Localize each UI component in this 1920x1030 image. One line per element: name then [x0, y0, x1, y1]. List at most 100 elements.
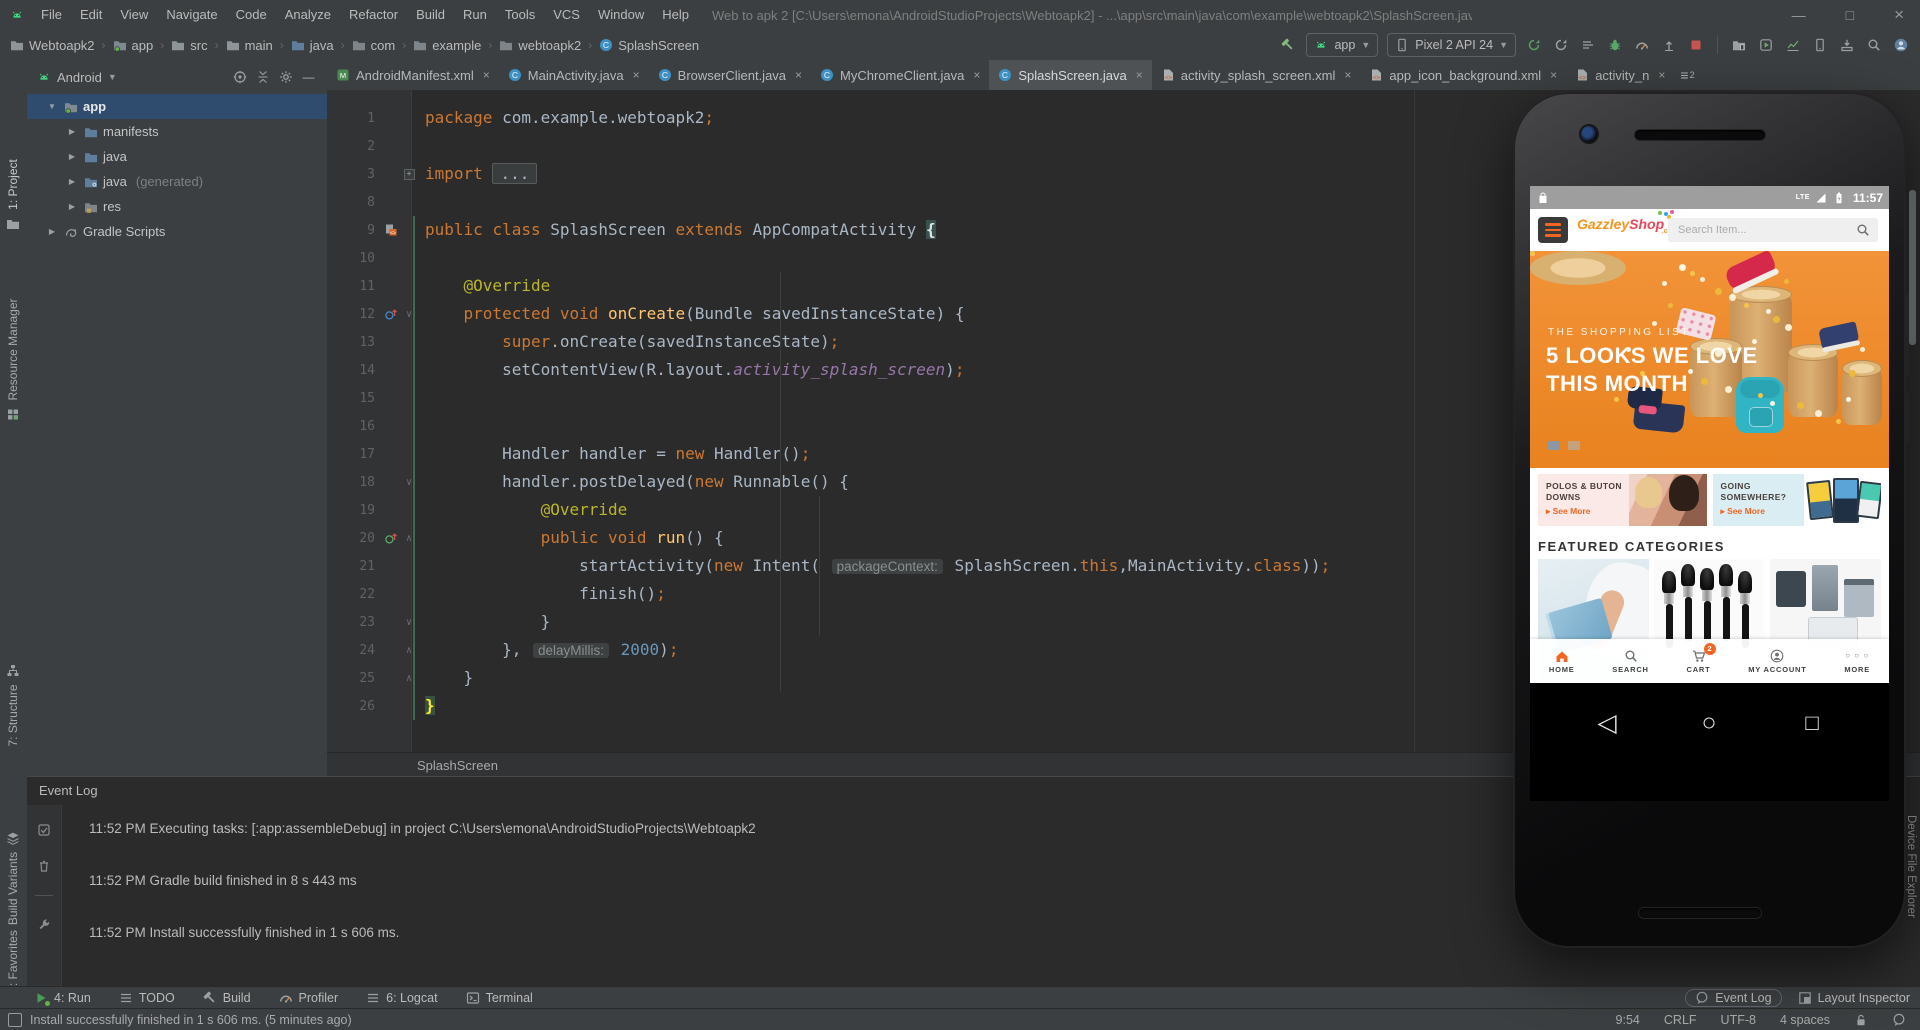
tool-tab-build-variants[interactable]: Build Variants — [6, 831, 20, 925]
fold-marker[interactable]: ∧ — [401, 533, 417, 544]
tab-close-icon[interactable]: × — [1658, 68, 1665, 82]
search-input[interactable]: Search Item... — [1668, 218, 1878, 242]
toolwindow-button-terminal[interactable]: Terminal — [466, 991, 533, 1005]
tree-arrow-icon[interactable]: ▶ — [65, 152, 79, 161]
tab-close-icon[interactable]: × — [633, 68, 640, 82]
device-dropdown[interactable]: Pixel 2 API 24▼ — [1387, 33, 1516, 57]
debug-icon[interactable] — [1606, 36, 1624, 54]
tab-close-icon[interactable]: × — [1344, 68, 1351, 82]
tree-item-manifests[interactable]: ▶manifests — [27, 119, 327, 144]
sdk-manager-icon[interactable] — [1838, 36, 1856, 54]
tree-item-gradle-scripts[interactable]: ▶Gradle Scripts — [27, 219, 327, 244]
locate-file-icon[interactable] — [231, 69, 248, 86]
tree-item-java[interactable]: ▶java(generated) — [27, 169, 327, 194]
tab-activity-splash-screen-xml[interactable]: <>activity_splash_screen.xml× — [1152, 60, 1361, 90]
clear-log-icon[interactable] — [37, 859, 51, 873]
ovr-g-gutter-icon[interactable] — [381, 531, 401, 545]
menu-code[interactable]: Code — [227, 0, 276, 30]
breadcrumb-app[interactable]: app — [111, 38, 156, 53]
breadcrumb-webtoapk2[interactable]: webtoapk2 — [497, 38, 583, 53]
device-file-explorer-tab[interactable]: Device File Explorer — [1905, 815, 1917, 918]
ovr-b-gutter-icon[interactable] — [381, 307, 401, 321]
recents-button[interactable]: □ — [1805, 710, 1818, 736]
stop-icon[interactable] — [1687, 36, 1705, 54]
fold-marker[interactable]: + — [401, 168, 417, 180]
menu-file[interactable]: File — [32, 0, 71, 30]
tab-close-icon[interactable]: × — [795, 68, 802, 82]
breadcrumb-java[interactable]: java — [289, 38, 336, 53]
menu-window[interactable]: Window — [589, 0, 653, 30]
apply-changes-icon[interactable] — [1552, 36, 1570, 54]
menu-help[interactable]: Help — [653, 0, 698, 30]
fold-marker[interactable]: ∧ — [401, 645, 417, 656]
tree-item-res[interactable]: ▶res — [27, 194, 327, 219]
attach-debugger-icon[interactable] — [1660, 36, 1678, 54]
search-icon[interactable] — [1856, 223, 1870, 237]
toolwindow-button-layout-inspector[interactable]: Layout Inspector — [1798, 991, 1910, 1005]
readonly-lock-icon[interactable] — [1854, 1013, 1868, 1027]
build-hammer-icon[interactable] — [1279, 36, 1297, 54]
minimize-button[interactable]: — — [1792, 7, 1806, 23]
tab-browserclient-java[interactable]: CBrowserClient.java× — [649, 60, 811, 90]
profile-avatar-icon[interactable] — [1892, 36, 1910, 54]
tree-item-java[interactable]: ▶java — [27, 144, 327, 169]
toolwindow-button-build[interactable]: Build — [203, 991, 251, 1005]
breadcrumb-example[interactable]: example — [411, 38, 483, 53]
tab-androidmanifest-xml[interactable]: MAndroidManifest.xml× — [327, 60, 499, 90]
fold-marker[interactable]: ∨ — [401, 477, 417, 488]
status-message[interactable]: Install successfully finished in 1 s 606… — [30, 1013, 352, 1027]
panel-settings-gear-icon[interactable] — [277, 69, 294, 86]
back-button[interactable]: ◁ — [1597, 708, 1616, 738]
tree-arrow-icon[interactable]: ▶ — [65, 127, 79, 136]
tab-mychromeclient-java[interactable]: CMyChromeClient.java× — [811, 60, 989, 90]
home-button[interactable]: ○ — [1701, 709, 1716, 738]
hero-banner-carousel[interactable]: THE SHOPPING LIST 5 LOOKS WE LOVE THIS M… — [1530, 251, 1889, 468]
breadcrumb-main[interactable]: main — [224, 38, 275, 53]
menu-view[interactable]: View — [111, 0, 157, 30]
toolwindow-button-todo[interactable]: TODO — [119, 991, 175, 1005]
mark-all-read-icon[interactable] — [37, 823, 51, 837]
tab-close-icon[interactable]: × — [973, 68, 980, 82]
carousel-indicators[interactable] — [1548, 441, 1580, 450]
tab-activity-n[interactable]: <>activity_n× — [1566, 60, 1674, 90]
tool-tab-1-project[interactable]: 1: Project — [6, 159, 20, 231]
maximize-button[interactable]: □ — [1846, 7, 1854, 23]
tab-close-icon[interactable]: × — [483, 68, 490, 82]
fold-marker[interactable]: ∨ — [401, 309, 417, 320]
menu-run[interactable]: Run — [454, 0, 496, 30]
tree-item-app[interactable]: ▼app — [27, 94, 327, 119]
promo-see-more-link[interactable]: See More — [1546, 506, 1590, 517]
search-everywhere-icon[interactable] — [1865, 36, 1883, 54]
device-manager-icon[interactable] — [1811, 36, 1829, 54]
menu-build[interactable]: Build — [407, 0, 454, 30]
project-view-dropdown[interactable]: Android — [57, 70, 102, 85]
tab-close-icon[interactable]: × — [1136, 68, 1143, 82]
breadcrumb-com[interactable]: com — [350, 38, 398, 53]
nav-item-more[interactable]: ○ ○ ○MORE — [1844, 649, 1870, 674]
promo-card-1[interactable]: POLOS & BUTONDOWNSSee More — [1538, 474, 1707, 526]
app-logo[interactable]: GazzleyShop .com — [1577, 216, 1664, 232]
hide-panel-icon[interactable]: — — [300, 69, 317, 86]
event-log-title[interactable]: Event Log — [39, 783, 98, 798]
tab-mainactivity-java[interactable]: CMainActivity.java× — [499, 60, 649, 90]
breadcrumb-webtoapk2[interactable]: Webtoapk2 — [8, 38, 97, 53]
breadcrumb-splashscreen[interactable]: CSplashScreen — [597, 38, 701, 53]
toolwindow-button-event-log[interactable]: Event Log — [1685, 989, 1781, 1007]
nav-item-cart[interactable]: 2CART — [1686, 649, 1710, 674]
tree-arrow-icon[interactable]: ▶ — [45, 227, 59, 236]
nav-item-my-account[interactable]: MY ACCOUNT — [1748, 649, 1806, 674]
hidden-tabs-button[interactable]: ≡2 — [1680, 60, 1694, 90]
layoutg-gutter-icon[interactable]: <> — [381, 223, 401, 237]
menu-vcs[interactable]: VCS — [544, 0, 589, 30]
menu-edit[interactable]: Edit — [71, 0, 111, 30]
collapse-all-icon[interactable] — [254, 69, 271, 86]
tree-arrow-icon[interactable]: ▶ — [65, 202, 79, 211]
menu-refactor[interactable]: Refactor — [340, 0, 407, 30]
line-separator[interactable]: CRLF — [1664, 1013, 1697, 1027]
menu-hamburger-button[interactable] — [1538, 217, 1568, 243]
editor-breadcrumb[interactable]: SplashScreen — [417, 758, 498, 773]
menu-tools[interactable]: Tools — [496, 0, 544, 30]
run-icon[interactable] — [1525, 36, 1543, 54]
promo-card-2[interactable]: GOINGSOMEWHERE?See More — [1713, 474, 1882, 526]
analyze-apk-icon[interactable] — [1784, 36, 1802, 54]
